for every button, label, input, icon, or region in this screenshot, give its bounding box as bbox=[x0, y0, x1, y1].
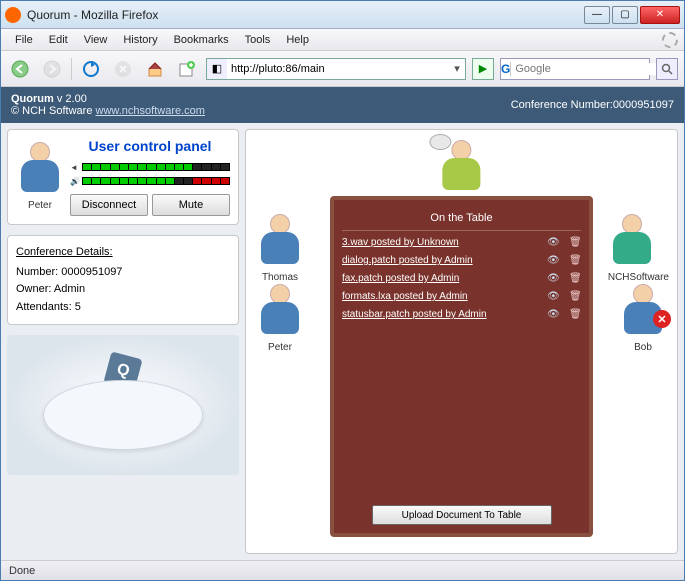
owner-avatar-icon bbox=[438, 136, 486, 196]
url-bar[interactable]: ◧ ▾ bbox=[206, 58, 466, 80]
avatar-icon bbox=[256, 280, 304, 340]
input-meter: 🔊 bbox=[70, 176, 230, 186]
user-control-panel: Peter User control panel ◄ 🔊 bbox=[7, 129, 239, 225]
detail-attendants: 5 bbox=[75, 301, 81, 313]
user-name: Peter bbox=[16, 200, 64, 211]
file-link[interactable]: formats.lxa posted by Admin bbox=[342, 291, 541, 302]
menu-tools[interactable]: Tools bbox=[237, 32, 279, 48]
minimize-button[interactable]: — bbox=[584, 6, 610, 24]
view-file-icon[interactable]: 👁 bbox=[547, 237, 563, 248]
output-meter: ◄ bbox=[70, 162, 230, 172]
mic-icon: 🔊 bbox=[70, 177, 80, 186]
conference-table-illustration: Q bbox=[7, 335, 239, 475]
forward-button[interactable] bbox=[39, 56, 65, 82]
window-titlebar: Quorum - Mozilla Firefox — ▢ ✕ bbox=[1, 1, 684, 29]
conference-details-panel: Conference Details: Number: 0000951097 O… bbox=[7, 235, 239, 325]
app-header: Quorum v 2.00 © NCH Software www.nchsoft… bbox=[1, 87, 684, 123]
delete-file-icon[interactable]: 🗑 bbox=[569, 273, 581, 284]
back-button[interactable] bbox=[7, 56, 33, 82]
search-input[interactable] bbox=[511, 63, 661, 75]
app-version: v 2.00 bbox=[57, 93, 87, 105]
upload-button[interactable]: Upload Document To Table bbox=[372, 505, 552, 525]
stop-button[interactable] bbox=[110, 56, 136, 82]
remove-x-icon: ✕ bbox=[653, 310, 671, 328]
avatar-icon bbox=[256, 210, 304, 270]
window-title: Quorum - Mozilla Firefox bbox=[27, 8, 584, 22]
participant-peter[interactable]: Peter bbox=[256, 280, 304, 353]
participant-thomas[interactable]: Thomas bbox=[256, 210, 304, 283]
view-file-icon[interactable]: 👁 bbox=[547, 309, 563, 320]
participant-bob[interactable]: ✕ Bob bbox=[619, 280, 667, 353]
menu-file[interactable]: File bbox=[7, 32, 41, 48]
file-row: statusbar.patch posted by Admin 👁 🗑 bbox=[342, 309, 581, 320]
ucp-title: User control panel bbox=[70, 138, 230, 154]
menu-view[interactable]: View bbox=[76, 32, 116, 48]
menu-bookmarks[interactable]: Bookmarks bbox=[166, 32, 237, 48]
file-row: formats.lxa posted by Admin 👁 🗑 bbox=[342, 291, 581, 302]
file-row: fax.patch posted by Admin 👁 🗑 bbox=[342, 273, 581, 284]
table-heading: On the Table bbox=[342, 208, 581, 228]
avatar-icon: ✕ bbox=[619, 280, 667, 340]
file-row: dialog.patch posted by Admin 👁 🗑 bbox=[342, 255, 581, 266]
navigation-toolbar: ◧ ▾ ▶ G bbox=[1, 51, 684, 87]
speaker-icon: ◄ bbox=[70, 163, 80, 172]
participant-nchsoftware[interactable]: NCHSoftware bbox=[608, 210, 669, 283]
view-file-icon[interactable]: 👁 bbox=[547, 291, 563, 302]
statusbar: Done bbox=[1, 560, 684, 580]
conf-details-heading: Conference Details: bbox=[16, 244, 230, 262]
delete-file-icon[interactable]: 🗑 bbox=[569, 255, 581, 266]
menu-edit[interactable]: Edit bbox=[41, 32, 76, 48]
firefox-favicon-icon bbox=[5, 7, 21, 23]
app-name: Quorum bbox=[11, 93, 54, 105]
menubar: File Edit View History Bookmarks Tools H… bbox=[1, 29, 684, 51]
conference-area: Admin (Owner) Thomas Peter NCHSoftware ✕… bbox=[245, 129, 678, 554]
conf-number-label: Conference Number: bbox=[511, 99, 613, 111]
url-dropdown-icon[interactable]: ▾ bbox=[449, 62, 465, 75]
file-link[interactable]: statusbar.patch posted by Admin bbox=[342, 309, 541, 320]
group-avatar-icon bbox=[608, 210, 656, 270]
search-engine-icon[interactable]: G bbox=[501, 62, 511, 76]
reload-button[interactable] bbox=[78, 56, 104, 82]
disconnect-button[interactable]: Disconnect bbox=[70, 194, 148, 216]
table-documents-panel: On the Table 3.wav posted by Unknown👁🗑di… bbox=[330, 196, 593, 537]
delete-file-icon[interactable]: 🗑 bbox=[569, 309, 581, 320]
status-text: Done bbox=[9, 565, 35, 577]
delete-file-icon[interactable]: 🗑 bbox=[569, 291, 581, 302]
detail-number: 0000951097 bbox=[61, 266, 122, 278]
search-box[interactable]: G bbox=[500, 58, 650, 80]
file-link[interactable]: fax.patch posted by Admin bbox=[342, 273, 541, 284]
app-link[interactable]: www.nchsoftware.com bbox=[96, 105, 205, 117]
home-button[interactable] bbox=[142, 56, 168, 82]
file-link[interactable]: 3.wav posted by Unknown bbox=[342, 237, 541, 248]
conf-number-value: 0000951097 bbox=[613, 99, 674, 111]
throbber-icon bbox=[662, 32, 678, 48]
app-copyright: © NCH Software bbox=[11, 105, 92, 117]
view-file-icon[interactable]: 👁 bbox=[547, 255, 563, 266]
site-favicon-icon: ◧ bbox=[207, 59, 227, 79]
maximize-button[interactable]: ▢ bbox=[612, 6, 638, 24]
detail-owner: Admin bbox=[54, 283, 85, 295]
menu-help[interactable]: Help bbox=[278, 32, 317, 48]
mute-button[interactable]: Mute bbox=[152, 194, 230, 216]
view-file-icon[interactable]: 👁 bbox=[547, 273, 563, 284]
delete-file-icon[interactable]: 🗑 bbox=[569, 237, 581, 248]
url-input[interactable] bbox=[227, 63, 449, 75]
search-button[interactable] bbox=[656, 58, 678, 80]
user-avatar-icon bbox=[16, 138, 64, 198]
file-row: 3.wav posted by Unknown 👁 🗑 bbox=[342, 237, 581, 248]
new-tab-button[interactable] bbox=[174, 56, 200, 82]
file-link[interactable]: dialog.patch posted by Admin bbox=[342, 255, 541, 266]
close-button[interactable]: ✕ bbox=[640, 6, 680, 24]
go-button[interactable]: ▶ bbox=[472, 58, 494, 80]
menu-history[interactable]: History bbox=[115, 32, 165, 48]
